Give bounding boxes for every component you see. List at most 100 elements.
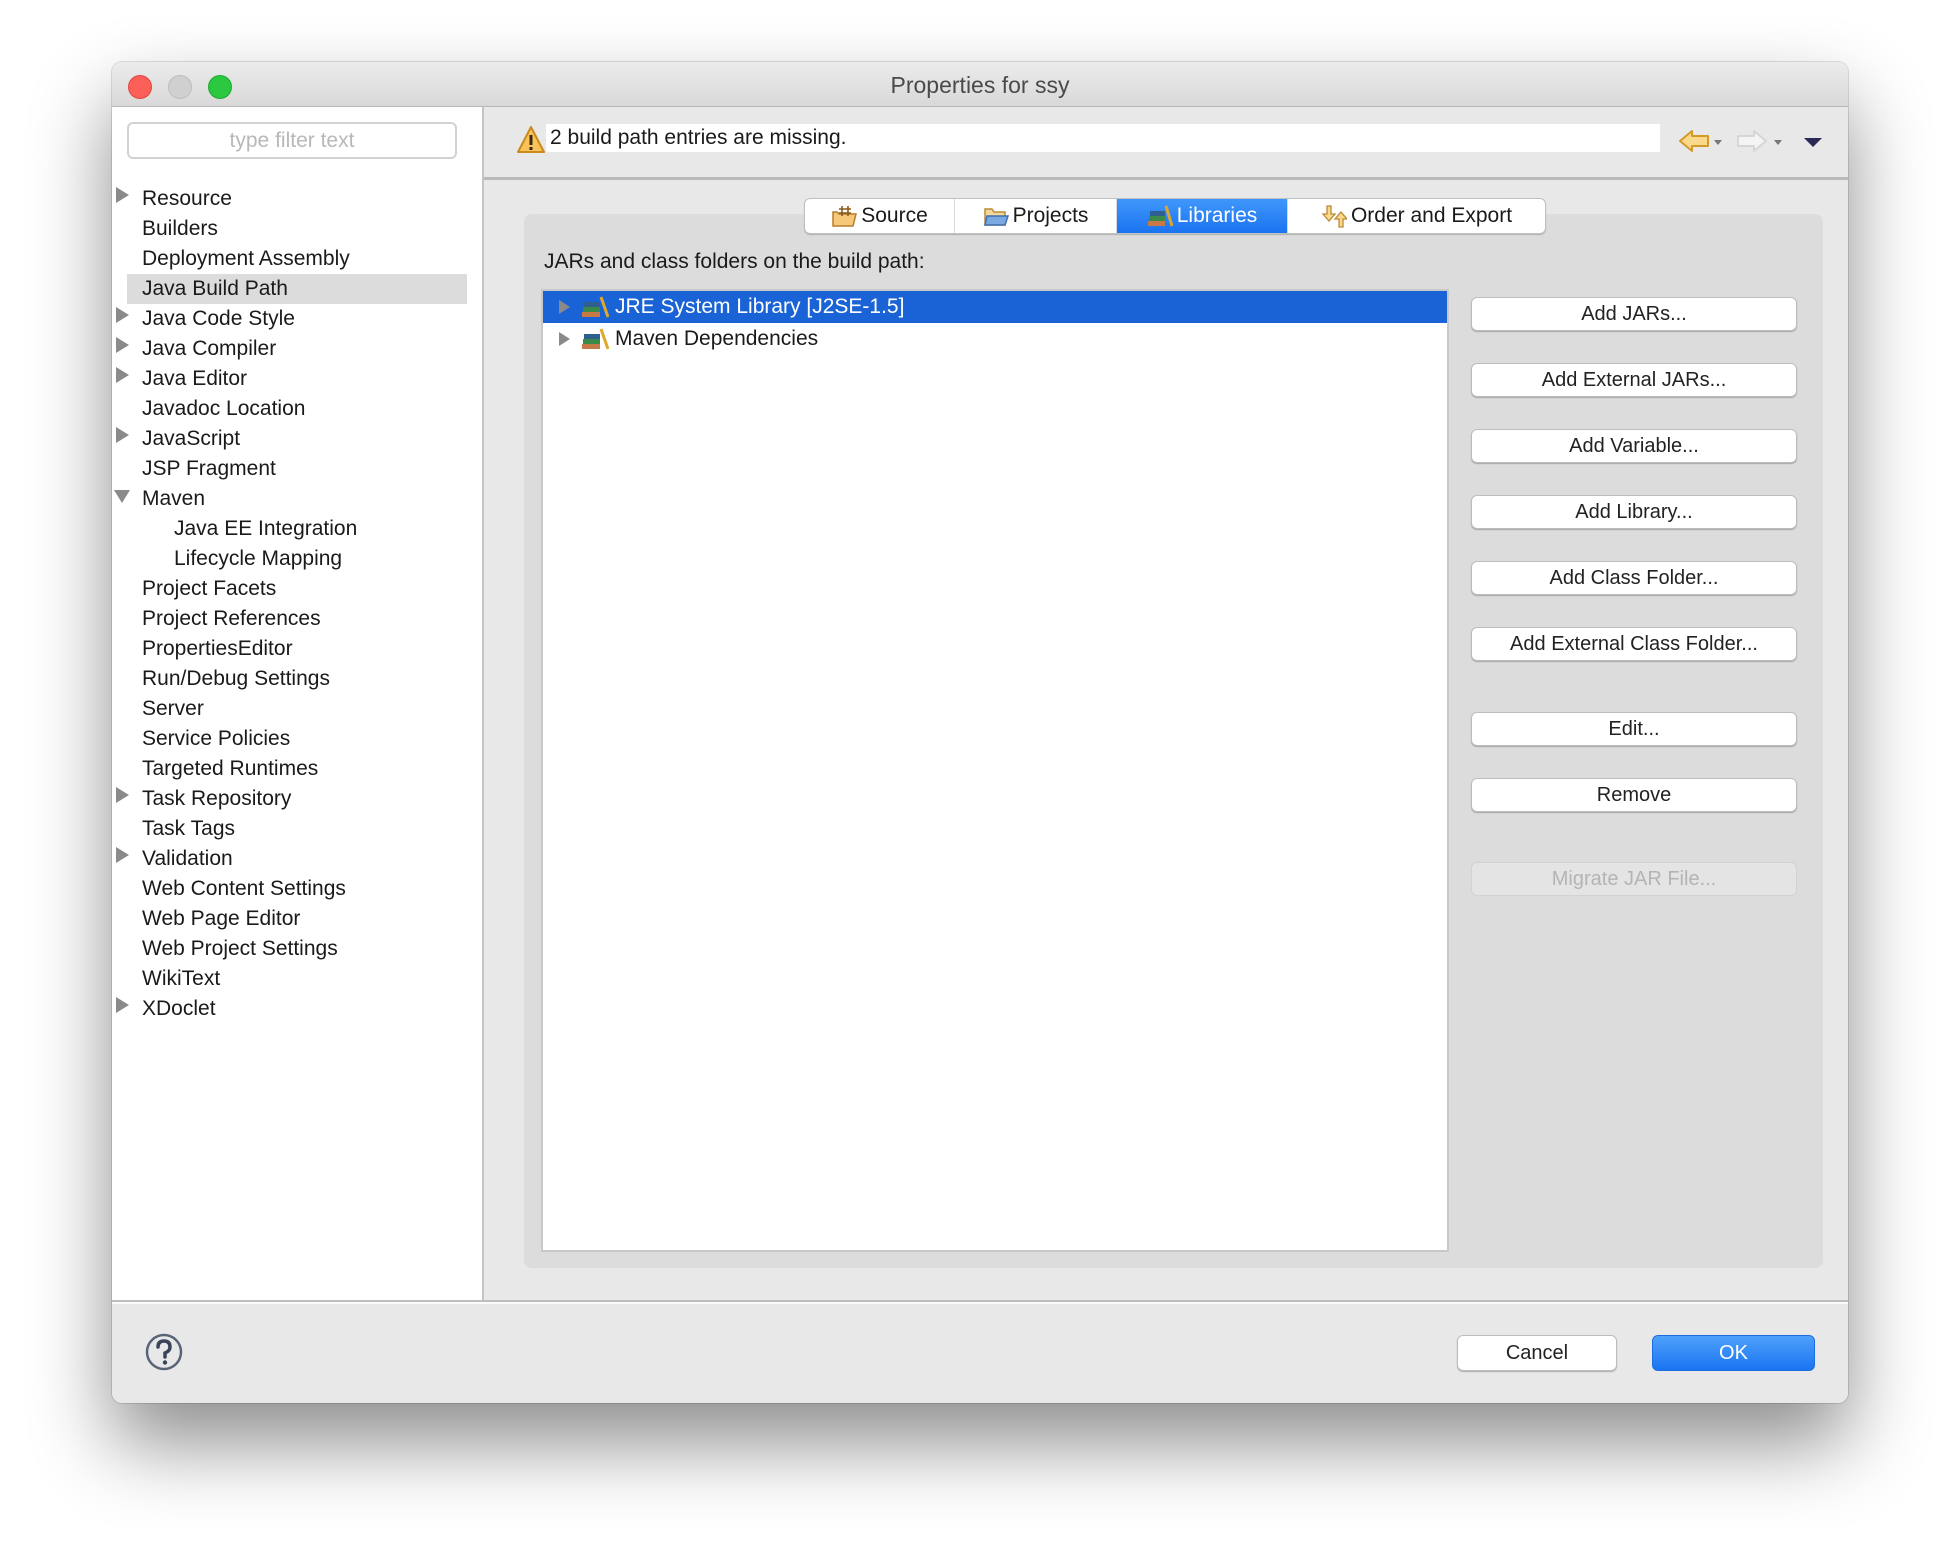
sidebar-item[interactable]: Project References	[112, 604, 482, 634]
add-class-folder-button[interactable]: Add Class Folder...	[1471, 561, 1797, 595]
libraries-icon	[1147, 205, 1173, 227]
sidebar-item[interactable]: Web Page Editor	[112, 904, 482, 934]
cancel-button[interactable]: Cancel	[1457, 1335, 1617, 1371]
sidebar-item[interactable]: WikiText	[112, 964, 482, 994]
sidebar-item[interactable]: Service Policies	[112, 724, 482, 754]
sidebar-item[interactable]: Builders	[112, 214, 482, 244]
sidebar-item[interactable]: Web Content Settings	[112, 874, 482, 904]
sidebar-item-label: Lifecycle Mapping	[174, 547, 343, 570]
message-text: 2 build path entries are missing.	[546, 124, 1660, 152]
expand-arrow-icon[interactable]	[559, 300, 570, 314]
sidebar-item[interactable]: Server	[112, 694, 482, 724]
collapsed-arrow-icon[interactable]	[116, 187, 129, 203]
sidebar-item[interactable]: Resource	[112, 184, 482, 214]
expand-arrow-icon[interactable]	[559, 332, 570, 346]
sidebar-item[interactable]: Lifecycle Mapping	[112, 544, 482, 574]
sidebar-item[interactable]: Java Compiler	[112, 334, 482, 364]
list-item[interactable]: Maven Dependencies	[543, 323, 1447, 355]
sidebar-item[interactable]: Run/Debug Settings	[112, 664, 482, 694]
sidebar-item-label: Java Editor	[142, 367, 248, 390]
tab-projects[interactable]: Projects	[955, 199, 1117, 233]
add-library-button[interactable]: Add Library...	[1471, 495, 1797, 529]
expanded-arrow-icon[interactable]	[114, 490, 130, 503]
sidebar-item-label: Server	[142, 697, 204, 720]
collapsed-arrow-icon[interactable]	[116, 307, 129, 323]
sidebar-item[interactable]: Validation	[112, 844, 482, 874]
ok-button[interactable]: OK	[1652, 1335, 1815, 1371]
sidebar-item[interactable]: Web Project Settings	[112, 934, 482, 964]
build-path-label: JARs and class folders on the build path…	[544, 250, 925, 273]
sidebar-item[interactable]: Deployment Assembly	[112, 244, 482, 274]
edit-button[interactable]: Edit...	[1471, 712, 1797, 746]
sidebar-item[interactable]: Project Facets	[112, 574, 482, 604]
window-title: Properties for ssy	[890, 72, 1070, 98]
warning-icon	[517, 126, 545, 153]
sidebar-item-label: Deployment Assembly	[142, 247, 350, 270]
migrate-jar-file-button: Migrate JAR File...	[1471, 862, 1797, 896]
add-jars-button[interactable]: Add JARs...	[1471, 297, 1797, 331]
collapsed-arrow-icon[interactable]	[116, 427, 129, 443]
sidebar-item[interactable]: Java Code Style	[112, 304, 482, 334]
sidebar-item[interactable]: Targeted Runtimes	[112, 754, 482, 784]
sidebar-item-label: Java EE Integration	[174, 517, 358, 540]
tab-order-and-export[interactable]: Order and Export	[1288, 199, 1545, 233]
sidebar-item[interactable]: PropertiesEditor	[112, 634, 482, 664]
sidebar-item-label: Builders	[142, 217, 218, 240]
sidebar-item[interactable]: JSP Fragment	[112, 454, 482, 484]
add-external-class-folder-button[interactable]: Add External Class Folder...	[1471, 627, 1797, 661]
sidebar-item[interactable]: XDoclet	[112, 994, 482, 1024]
add-external-jars-button[interactable]: Add External JARs...	[1471, 363, 1797, 397]
properties-tree: Resource Builders Deployment Assembly Java …	[112, 184, 482, 1024]
sidebar-item[interactable]: JavaScript	[112, 424, 482, 454]
sidebar-item-label: Validation	[142, 847, 233, 870]
properties-dialog: Properties for ssy type filter text Reso…	[112, 62, 1848, 1403]
collapsed-arrow-icon[interactable]	[116, 997, 129, 1013]
build-path-tabs: Source Projects Libraries Order and Expo…	[804, 198, 1546, 234]
collapsed-arrow-icon[interactable]	[116, 787, 129, 803]
help-icon[interactable]	[144, 1332, 184, 1372]
sidebar-item-label: WikiText	[142, 967, 221, 990]
build-path-entries-list[interactable]: JRE System Library [J2SE-1.5] Maven Depe…	[541, 289, 1449, 1252]
add-variable-button[interactable]: Add Variable...	[1471, 429, 1797, 463]
back-dropdown-icon[interactable]	[1714, 140, 1722, 145]
sidebar-item-label: Service Policies	[142, 727, 291, 750]
sidebar-item-label: Java Code Style	[142, 307, 295, 330]
collapsed-arrow-icon[interactable]	[116, 847, 129, 863]
sidebar-item[interactable]: Java Editor	[112, 364, 482, 394]
sidebar: type filter text Resource Builders Deploym…	[112, 107, 484, 1300]
filter-input[interactable]: type filter text	[127, 122, 457, 159]
sidebar-item[interactable]: Maven	[112, 484, 482, 514]
sidebar-item[interactable]: Javadoc Location	[112, 394, 482, 424]
sidebar-item-label: Project Facets	[142, 577, 277, 600]
sidebar-item-label: Web Project Settings	[142, 937, 338, 960]
sidebar-item[interactable]: Task Tags	[112, 814, 482, 844]
sidebar-item-label: JSP Fragment	[142, 457, 276, 480]
collapsed-arrow-icon[interactable]	[116, 337, 129, 353]
sidebar-item-label: JavaScript	[142, 427, 241, 450]
tab-libraries[interactable]: Libraries	[1117, 199, 1288, 233]
tab-source-label: Source	[861, 204, 928, 227]
sidebar-item-label: Resource	[142, 187, 232, 210]
sidebar-item[interactable]: Java Build Path	[127, 274, 467, 304]
sidebar-item-label: Web Page Editor	[142, 907, 301, 930]
list-item[interactable]: JRE System Library [J2SE-1.5]	[543, 291, 1447, 323]
back-arrow-icon[interactable]	[1679, 130, 1709, 152]
sidebar-item-label: Java Compiler	[142, 337, 277, 360]
sidebar-item[interactable]: Java EE Integration	[112, 514, 482, 544]
source-folder-icon	[832, 206, 858, 227]
tab-projects-label: Projects	[1012, 204, 1089, 227]
tab-source[interactable]: Source	[805, 199, 955, 233]
collapsed-arrow-icon[interactable]	[116, 367, 129, 383]
sidebar-item-label: Run/Debug Settings	[142, 667, 330, 690]
forward-dropdown-icon[interactable]	[1774, 140, 1782, 145]
forward-arrow-icon[interactable]	[1737, 130, 1767, 152]
sidebar-item-label: XDoclet	[142, 997, 216, 1020]
projects-folder-icon	[983, 208, 1009, 226]
view-menu-icon[interactable]	[1804, 138, 1822, 147]
sidebar-item-label: Task Tags	[142, 817, 235, 840]
sidebar-item-label: Targeted Runtimes	[142, 757, 319, 780]
sidebar-item-label: Maven	[142, 487, 206, 510]
remove-button[interactable]: Remove	[1471, 778, 1797, 812]
sidebar-item[interactable]: Task Repository	[112, 784, 482, 814]
dialog-footer: Cancel OK	[112, 1300, 1848, 1403]
